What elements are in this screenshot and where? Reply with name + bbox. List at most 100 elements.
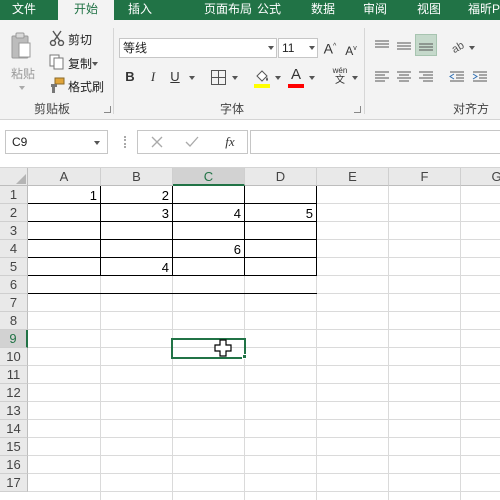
align-center-icon[interactable] — [396, 71, 412, 83]
cancel-entry-icon[interactable] — [151, 136, 163, 148]
bold-button[interactable]: B — [123, 68, 137, 86]
column-header-g[interactable]: G — [461, 168, 500, 186]
row-header-8[interactable]: 8 — [0, 312, 28, 330]
cell-d2[interactable]: 5 — [244, 204, 316, 222]
tab-view[interactable]: 视图 — [410, 0, 448, 20]
cell-c4[interactable]: 6 — [172, 240, 244, 258]
svg-text:ab: ab — [450, 39, 465, 54]
orientation-icon[interactable]: ab — [449, 38, 467, 56]
italic-button[interactable]: I — [146, 68, 160, 86]
column-header-b[interactable]: B — [101, 168, 173, 186]
name-box-dropdown-icon[interactable] — [94, 141, 100, 145]
tab-page-layout[interactable]: 页面布局 — [196, 0, 260, 20]
clipboard-group-label: 剪贴板 — [34, 102, 71, 116]
column-header-e[interactable]: E — [317, 168, 389, 186]
font-color-button[interactable]: A — [288, 66, 304, 88]
tab-insert[interactable]: 插入 — [118, 0, 162, 20]
phonetic-top-text: wén — [332, 66, 348, 75]
font-color-dropdown-icon[interactable] — [309, 76, 315, 80]
gridline — [28, 311, 500, 312]
font-name-combo[interactable]: 等线 — [119, 38, 277, 58]
borders-icon[interactable] — [211, 70, 226, 85]
font-launcher-icon[interactable] — [354, 106, 361, 113]
confirm-entry-icon[interactable] — [185, 136, 199, 148]
increase-indent-icon[interactable] — [472, 71, 488, 83]
cell-cursor-icon — [214, 339, 232, 357]
gridline — [388, 186, 389, 500]
grow-font-button[interactable]: A^ — [322, 38, 338, 58]
row-header-13[interactable]: 13 — [0, 402, 28, 420]
align-bottom-icon[interactable] — [415, 34, 437, 56]
paste-label[interactable]: 粘贴 — [11, 65, 35, 82]
worksheet-grid: A B C D E F G 1 2 3 4 5 6 7 8 9 10 11 12… — [0, 168, 500, 500]
fill-color-icon[interactable] — [254, 68, 270, 88]
column-header-a[interactable]: A — [28, 168, 101, 186]
underline-dropdown-icon[interactable] — [189, 76, 195, 80]
column-header-d[interactable]: D — [245, 168, 317, 186]
cell-b5[interactable]: 4 — [100, 258, 172, 276]
format-painter-icon[interactable] — [49, 77, 65, 93]
align-right-icon[interactable] — [418, 71, 434, 83]
cut-icon[interactable] — [49, 30, 65, 47]
tab-file[interactable]: 文件 — [0, 0, 48, 20]
row-header-16[interactable]: 16 — [0, 456, 28, 474]
row-header-14[interactable]: 14 — [0, 420, 28, 438]
font-name-dropdown-icon[interactable] — [268, 46, 274, 50]
row-header-10[interactable]: 10 — [0, 348, 28, 366]
underline-button[interactable]: U — [168, 68, 182, 86]
shrink-font-button[interactable]: Av — [344, 40, 358, 60]
column-header-c[interactable]: C — [173, 168, 245, 186]
column-header-f[interactable]: F — [389, 168, 461, 186]
gridline — [28, 329, 500, 330]
row-header-17[interactable]: 17 — [0, 474, 28, 492]
borders-dropdown-icon[interactable] — [232, 76, 238, 80]
row-header-1[interactable]: 1 — [0, 186, 28, 204]
cut-label[interactable]: 剪切 — [68, 31, 92, 48]
formula-bar: C9 fx — [0, 120, 500, 168]
row-header-15[interactable]: 15 — [0, 438, 28, 456]
cell-a1[interactable]: 1 — [28, 186, 100, 204]
font-size-dropdown-icon[interactable] — [309, 46, 315, 50]
row-header-11[interactable]: 11 — [0, 366, 28, 384]
copy-dropdown-icon[interactable] — [92, 62, 98, 66]
clipboard-launcher-icon[interactable] — [104, 106, 111, 113]
row-header-6[interactable]: 6 — [0, 276, 28, 294]
group-separator — [364, 28, 365, 114]
phonetic-bottom-text: 文 — [335, 75, 345, 86]
phonetic-dropdown-icon[interactable] — [352, 76, 358, 80]
row-header-5[interactable]: 5 — [0, 258, 28, 276]
tab-data[interactable]: 数据 — [304, 0, 342, 20]
insert-function-button[interactable]: fx — [221, 133, 239, 151]
row-header-4[interactable]: 4 — [0, 240, 28, 258]
fill-handle[interactable] — [242, 354, 247, 359]
format-painter-label[interactable]: 格式刷 — [68, 78, 104, 95]
row-header-7[interactable]: 7 — [0, 294, 28, 312]
gridline — [28, 365, 500, 366]
phonetic-button[interactable]: wén 文 — [330, 66, 350, 86]
tab-foxit[interactable]: 福昕P — [462, 0, 500, 20]
orientation-dropdown-icon[interactable] — [469, 46, 475, 50]
cell-b2[interactable]: 3 — [100, 204, 172, 222]
formula-input[interactable] — [250, 130, 500, 154]
cell-c2[interactable]: 4 — [172, 204, 244, 222]
row-header-9[interactable]: 9 — [0, 330, 28, 348]
align-top-icon[interactable] — [374, 40, 390, 52]
formula-bar-grip[interactable] — [124, 136, 126, 148]
tab-review[interactable]: 审阅 — [356, 0, 394, 20]
paste-icon[interactable] — [10, 32, 32, 60]
row-header-2[interactable]: 2 — [0, 204, 28, 222]
tab-formulas[interactable]: 公式 — [252, 0, 286, 20]
active-cell-c9[interactable] — [171, 338, 246, 359]
paste-dropdown-icon[interactable] — [19, 86, 25, 90]
align-middle-icon[interactable] — [396, 40, 412, 52]
name-box[interactable]: C9 — [5, 130, 108, 154]
tab-home[interactable]: 开始 — [58, 0, 114, 21]
fill-color-dropdown-icon[interactable] — [275, 76, 281, 80]
copy-icon[interactable] — [49, 54, 65, 70]
decrease-indent-icon[interactable] — [449, 71, 465, 83]
align-left-icon[interactable] — [374, 71, 390, 83]
cell-b1[interactable]: 2 — [100, 186, 172, 204]
row-header-3[interactable]: 3 — [0, 222, 28, 240]
copy-label[interactable]: 复制 — [68, 55, 92, 72]
row-header-12[interactable]: 12 — [0, 384, 28, 402]
